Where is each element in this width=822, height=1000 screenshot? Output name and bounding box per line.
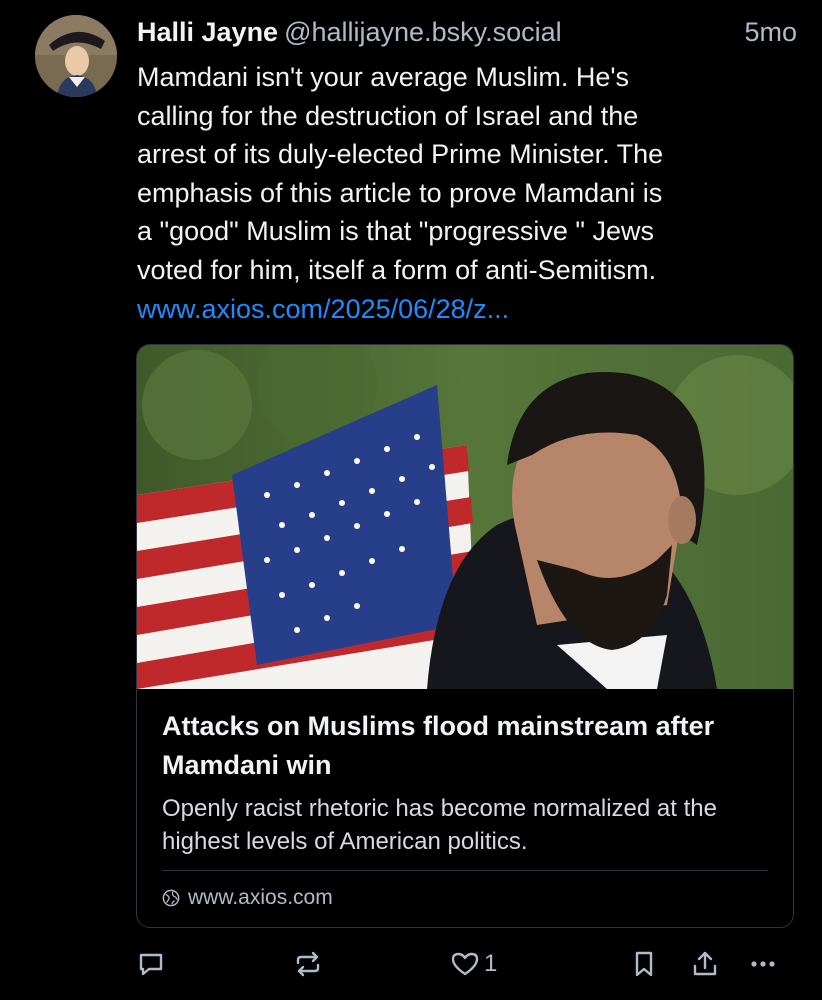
share-icon — [693, 951, 717, 976]
man-with-american-flag-photo — [137, 345, 793, 689]
share-button[interactable] — [690, 944, 720, 984]
post-text: Mamdani isn't your average Muslim. He's … — [137, 62, 664, 285]
link-preview-card[interactable]: Attacks on Muslims flood mainstream afte… — [136, 344, 794, 928]
post-timestamp[interactable]: 5mo — [744, 17, 797, 48]
repost-arrows-icon — [296, 951, 320, 977]
card-domain-text: www.axios.com — [188, 886, 333, 909]
author-name[interactable]: Halli Jayne — [137, 17, 278, 47]
like-count: 1 — [484, 950, 498, 977]
post-link[interactable]: www.axios.com/2025/06/28/z... — [137, 290, 509, 328]
card-domain: www.axios.com — [162, 885, 333, 911]
reply-button[interactable] — [136, 944, 166, 984]
heart-icon — [451, 952, 479, 976]
card-title: Attacks on Muslims flood mainstream afte… — [162, 711, 715, 780]
more-options-button[interactable] — [748, 944, 778, 984]
avatar-portrait — [35, 15, 117, 97]
bookmark-icon — [635, 951, 653, 977]
speech-bubble-icon — [139, 953, 163, 976]
card-divider — [162, 870, 768, 871]
repost-button[interactable] — [293, 944, 323, 984]
bookmark-button[interactable] — [629, 944, 659, 984]
post[interactable]: Halli Jayne @hallijayne.bsky.social 5mo M… — [0, 0, 822, 1000]
ellipsis-icon — [751, 961, 775, 967]
post-header: Halli Jayne @hallijayne.bsky.social 5mo — [137, 17, 797, 53]
globe-icon — [162, 889, 180, 907]
like-button[interactable]: 1 — [450, 944, 497, 984]
card-description: Openly racist rhetoric has become normal… — [162, 795, 717, 855]
card-image — [137, 345, 793, 689]
author-avatar[interactable] — [35, 15, 117, 97]
author-handle[interactable]: @hallijayne.bsky.social — [284, 17, 562, 47]
post-actions: 1 — [136, 944, 792, 984]
